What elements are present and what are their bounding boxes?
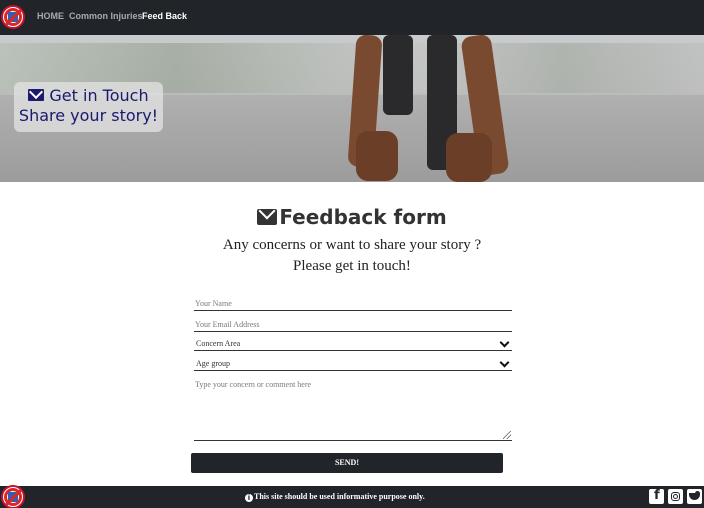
- hero-caption-card: Get in Touch Share your story!: [14, 82, 163, 132]
- hero-subheading: Share your story!: [18, 106, 159, 125]
- comment-textarea[interactable]: [194, 379, 512, 441]
- nav-link-home[interactable]: HOME: [37, 11, 64, 21]
- footer-disclaimer-text: This site should be used informative pur…: [254, 492, 425, 501]
- send-button[interactable]: SEND!: [191, 453, 503, 473]
- hero-leg-left: [383, 35, 413, 115]
- concern-area-value: Concern Area: [196, 339, 241, 348]
- hero-hand-left: [356, 131, 398, 181]
- nav-link-common-injuries[interactable]: Common Injuries: [69, 11, 143, 21]
- footer-disclaimer: i This site should be used informative pu…: [245, 492, 425, 502]
- concern-area-select[interactable]: Concern Area: [194, 337, 512, 351]
- page-title-text: Feedback form: [279, 205, 447, 229]
- logo-icon[interactable]: [1, 5, 25, 29]
- footer: i This site should be used informative pu…: [0, 485, 704, 508]
- info-icon: i: [245, 494, 253, 502]
- hero-heading: Get in Touch: [14, 86, 163, 105]
- age-group-value: Age group: [196, 359, 230, 368]
- top-navbar: HOME Common Injuries Feed Back: [0, 0, 704, 35]
- envelope-icon: [257, 209, 278, 225]
- name-field[interactable]: [194, 296, 512, 311]
- form-subtitle-1: Any concerns or want to share your story…: [222, 237, 482, 253]
- age-group-select[interactable]: Age group: [194, 357, 512, 371]
- form-subtitle-2: Please get in touch!: [293, 258, 411, 274]
- logo-icon[interactable]: [1, 485, 25, 508]
- chevron-down-icon: [499, 357, 510, 368]
- twitter-icon[interactable]: [687, 489, 702, 504]
- chevron-down-icon: [499, 337, 510, 348]
- facebook-glyph: f: [654, 488, 660, 503]
- page-title: Feedback form: [0, 205, 704, 229]
- envelope-icon: [28, 89, 45, 101]
- facebook-icon[interactable]: f: [649, 488, 664, 504]
- hero-hand-right: [446, 133, 492, 182]
- nav-link-feedback[interactable]: Feed Back: [142, 11, 187, 21]
- email-field[interactable]: [194, 317, 512, 332]
- instagram-icon[interactable]: [668, 489, 683, 504]
- hero-banner: Get in Touch Share your story!: [0, 35, 704, 182]
- hero-heading-text: Get in Touch: [49, 86, 149, 105]
- resize-handle[interactable]: [503, 431, 511, 439]
